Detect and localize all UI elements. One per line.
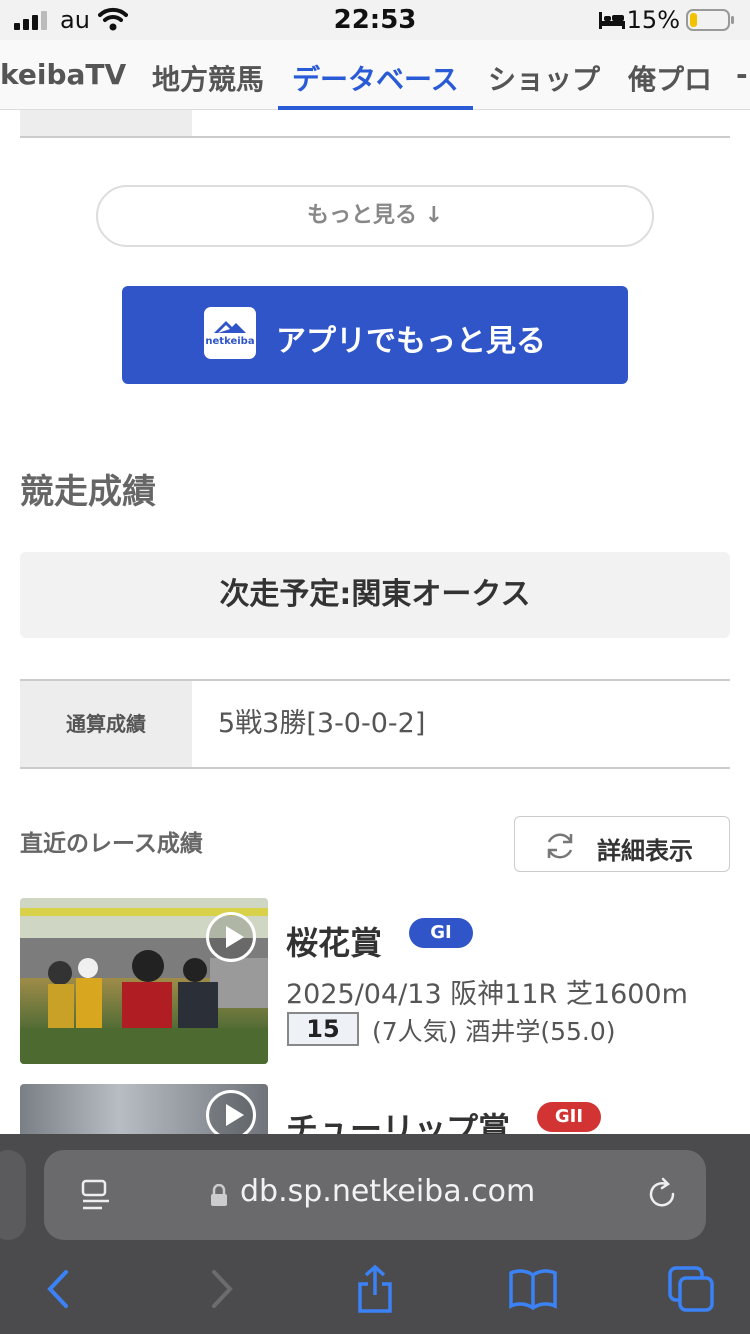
share-icon[interactable]	[350, 1264, 400, 1314]
detail-view-label: 詳細表示	[597, 837, 693, 865]
see-more-button[interactable]: もっと見る ↓	[96, 185, 654, 247]
race-meta: 2025/04/13 阪神11R 芝1600m	[286, 979, 688, 1010]
open-in-app-button[interactable]: netkeiba アプリでもっと見る	[122, 286, 628, 384]
reload-icon[interactable]	[644, 1176, 680, 1212]
browser-toolbar: db.sp.netkeiba.com	[0, 1134, 750, 1334]
page-menu-icon[interactable]	[80, 1178, 112, 1212]
tab-ore-pro[interactable]: 俺プロ	[628, 58, 712, 98]
detail-view-button[interactable]: 詳細表示	[514, 816, 730, 872]
forward-icon[interactable]	[196, 1264, 246, 1314]
tab-local-racing[interactable]: 地方競馬	[152, 58, 264, 98]
tab-database[interactable]: データベース	[292, 58, 459, 98]
tab-more-overflow[interactable]: -	[736, 58, 748, 91]
career-record-value: 5戦3勝[3-0-0-2]	[218, 708, 426, 739]
category-tab-bar: keibaTV 地方競馬 データベース ショップ 俺プロ -	[0, 40, 750, 110]
tab-keibatv[interactable]: keibaTV	[0, 58, 126, 91]
refresh-icon	[547, 833, 573, 859]
sleep-mode-icon	[599, 12, 625, 29]
status-bar: au 22:53 15%	[0, 0, 750, 40]
logo-text: netkeiba	[205, 336, 255, 347]
netkeiba-logo-icon: netkeiba	[204, 307, 256, 359]
race-video-thumbnail[interactable]	[20, 898, 268, 1064]
career-record-row: 通算成績 5戦3勝[3-0-0-2]	[20, 679, 730, 769]
address-bar[interactable]: db.sp.netkeiba.com	[44, 1150, 706, 1240]
active-tab-indicator	[278, 106, 473, 110]
recent-races-title: 直近のレース成績	[20, 831, 203, 857]
grade-badge: GI	[409, 918, 473, 948]
bookmarks-icon[interactable]	[508, 1264, 558, 1314]
open-in-app-label: アプリでもっと見る	[276, 324, 546, 359]
section-title-race-results: 競走成績	[20, 472, 156, 512]
lock-icon	[211, 1184, 227, 1206]
play-icon	[206, 912, 256, 962]
next-race-banner: 次走予定:関東オークス	[20, 552, 730, 638]
career-record-label: 通算成績	[20, 681, 192, 767]
previous-tab-preview[interactable]	[0, 1150, 26, 1240]
finish-position: 15	[287, 1012, 359, 1046]
battery-icon	[686, 9, 734, 31]
back-icon[interactable]	[36, 1264, 86, 1314]
battery-percent: 15%	[626, 6, 680, 34]
divider	[20, 136, 730, 138]
play-icon	[206, 1090, 256, 1140]
race-result-detail: (7人気) 酒井学(55.0)	[372, 1017, 616, 1046]
race-name[interactable]: 桜花賞	[286, 918, 382, 964]
tab-shop[interactable]: ショップ	[488, 58, 600, 98]
tabs-icon[interactable]	[666, 1264, 716, 1314]
table-cell	[20, 110, 192, 136]
url-text: db.sp.netkeiba.com	[240, 1174, 536, 1209]
grade-badge: GII	[537, 1102, 601, 1132]
